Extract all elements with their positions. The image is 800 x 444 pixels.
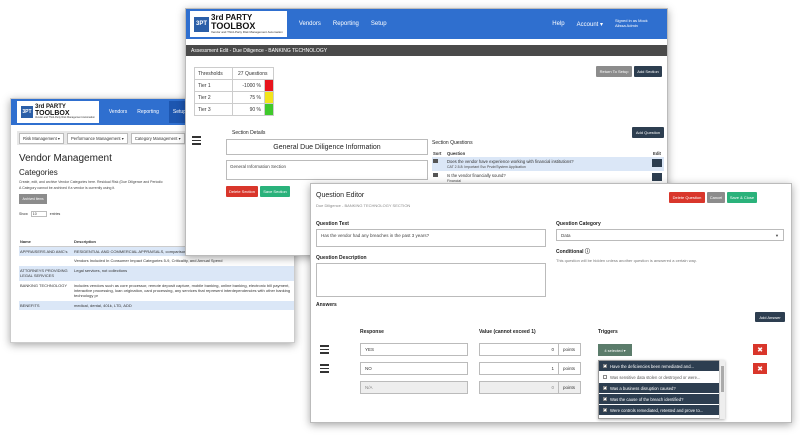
drag-handle-icon[interactable] — [320, 345, 329, 356]
question-editor-window: Question Editor Due Diligence - BANKING … — [310, 183, 792, 423]
nav-reporting[interactable]: Reporting — [137, 109, 159, 115]
question-category-label: Question Category — [556, 221, 601, 227]
trigger-option[interactable]: ✓ Were controls remediated, retested and … — [599, 405, 724, 416]
sort-handle-icon[interactable] — [433, 159, 438, 163]
nav-vendors[interactable]: Vendors — [299, 21, 321, 27]
logo-tagline: Vendor and Third-Party Risk Management A… — [211, 30, 283, 34]
value-input[interactable]: 0 — [479, 343, 559, 356]
answers-label: Answers — [316, 302, 337, 308]
value-input[interactable]: 1 — [479, 362, 559, 375]
brand-logo[interactable]: 3PT 3rd PARTY TOOLBOX Vendor and Third-P… — [17, 101, 99, 123]
scrollbar-thumb[interactable] — [721, 366, 724, 392]
question-description-label: Question Description — [316, 255, 367, 261]
col-sort: Sort — [433, 151, 442, 156]
logo-mark: 3PT — [194, 16, 209, 32]
logo-tagline: Vendor and Third-Party Risk Management A… — [35, 116, 95, 120]
nav-vendors[interactable]: Vendors — [109, 109, 127, 115]
nav-setup[interactable]: Setup — [371, 21, 387, 27]
section-questions-label: Section Questions — [432, 140, 473, 146]
col-question: Question — [447, 151, 466, 156]
tier2-color-swatch — [264, 91, 274, 104]
drag-handle-icon[interactable] — [192, 136, 201, 147]
question-text-label: Question Text — [316, 221, 349, 227]
col-response: Response — [360, 329, 384, 335]
response-input[interactable]: NO — [360, 362, 468, 375]
add-question-button[interactable]: Add Question — [632, 127, 664, 138]
page-length-select[interactable]: 10 — [30, 211, 47, 218]
delete-answer-icon[interactable]: ✖ — [753, 363, 767, 374]
logo-mark: 3PT — [21, 106, 33, 118]
table-row[interactable]: ATTORNEYS PROVIDING LEGAL SERVICES Legal… — [19, 265, 294, 281]
value-input: 0 — [479, 381, 559, 394]
save-section-button[interactable]: Save Section — [260, 186, 290, 197]
question-description-textarea[interactable] — [316, 263, 546, 297]
delete-question-button[interactable]: Delete Question — [669, 192, 705, 203]
response-input[interactable]: YES — [360, 343, 468, 356]
signed-in-user: Signed in as Mock Alissa Admin — [615, 18, 648, 28]
checkbox-checked-icon: ✓ — [603, 385, 607, 390]
return-to-setup-button[interactable]: Return To Setup — [596, 66, 632, 77]
thresholds-table: Thresholds 27 Questions Tier 1 -1000 % T… — [194, 67, 275, 116]
top-nav: 3PT 3rd PARTY TOOLBOX Vendor and Third-P… — [186, 9, 667, 39]
col-name[interactable]: Name — [19, 237, 73, 247]
assessment-header: Assessment Edit - Due Diligence - BANKIN… — [186, 45, 667, 56]
table-row[interactable]: BANKING TECHNOLOGY includes vendors such… — [19, 281, 294, 301]
save-close-button[interactable]: Save & Close — [727, 192, 757, 203]
cancel-button[interactable]: Cancel — [707, 192, 725, 203]
question-category-select[interactable]: Data ▼ — [556, 229, 784, 241]
points-unit: points — [559, 362, 581, 375]
conditional-label: Conditional ⓘ — [556, 249, 590, 255]
brand-logo[interactable]: 3PT 3rd PARTY TOOLBOX Vendor and Third-P… — [190, 11, 287, 37]
trigger-option[interactable]: ✓ Have the deficiencies been remediated a… — [599, 361, 724, 372]
checkbox-checked-icon: ✓ — [603, 363, 607, 368]
category-management-menu[interactable]: Category Management ▾ — [130, 132, 185, 144]
nav-account[interactable]: Account ▾ — [577, 21, 603, 28]
col-value: Value (cannot exceed 1) — [479, 329, 536, 335]
nav-help[interactable]: Help — [552, 21, 564, 27]
dropdown-scrollbar[interactable] — [719, 360, 725, 419]
conditional-note: This question will be hidden unless anot… — [556, 258, 697, 263]
response-input: N/A — [360, 381, 468, 394]
section-description-textarea[interactable]: General Information Section — [226, 160, 428, 180]
points-unit: points — [559, 343, 581, 356]
performance-management-menu[interactable]: Performance Management ▾ — [67, 132, 128, 144]
nav-reporting[interactable]: Reporting — [333, 21, 359, 27]
delete-answer-icon[interactable]: ✖ — [753, 344, 767, 355]
chevron-down-icon: ▼ — [775, 232, 779, 238]
checkbox-checked-icon: ✓ — [603, 407, 607, 412]
editor-title: Question Editor — [316, 192, 365, 199]
question-text-input[interactable]: Has the vendor had any breaches in the p… — [316, 229, 546, 247]
table-row[interactable]: Does the vendor have experience working … — [432, 157, 664, 172]
col-edit: Edit — [653, 151, 661, 156]
tier1-color-swatch — [264, 79, 274, 92]
trigger-option[interactable]: ✓ Was a business disruption caused? — [599, 383, 724, 394]
table-row[interactable]: Vendors Included In Consumer Impact Cate… — [19, 256, 294, 265]
add-answer-button[interactable]: Add Answer — [755, 312, 785, 322]
triggers-dropdown: ✓ Have the deficiencies been remediated a… — [598, 360, 725, 419]
edit-icon[interactable] — [652, 173, 662, 182]
add-section-button[interactable]: Add Section — [634, 66, 662, 77]
delete-section-button[interactable]: Delete Section — [226, 186, 258, 197]
table-row[interactable]: BENEFITS medical, dental, 401k, LTD, ADD — [19, 300, 294, 311]
points-unit: points — [559, 381, 581, 394]
checkbox-checked-icon: ✓ — [603, 396, 607, 401]
archived-items-button[interactable]: Archived Items — [19, 194, 47, 205]
editor-subtitle: Due Diligence - BANKING TECHNOLOGY SECTI… — [316, 203, 411, 208]
section-details-label: Section Details — [232, 130, 266, 136]
section-questions-table: Sort Question Edit Does the vendor have … — [432, 150, 664, 186]
edit-icon[interactable] — [652, 159, 662, 167]
risk-management-menu[interactable]: Risk Management ▾ — [19, 132, 65, 144]
sort-handle-icon[interactable] — [433, 173, 438, 178]
triggers-select-button[interactable]: 4 selected ▾ — [598, 344, 632, 356]
section-title-input[interactable]: General Due Diligence Information — [226, 139, 428, 155]
checkbox-unchecked-icon — [603, 375, 607, 379]
trigger-option[interactable]: Was sensitive data stolen or destroyed o… — [599, 372, 724, 383]
tier3-color-swatch — [264, 103, 274, 116]
drag-handle-icon[interactable] — [320, 364, 329, 375]
trigger-option[interactable]: ✓ Was the cause of the breach identified? — [599, 394, 724, 405]
col-triggers: Triggers — [598, 329, 618, 335]
